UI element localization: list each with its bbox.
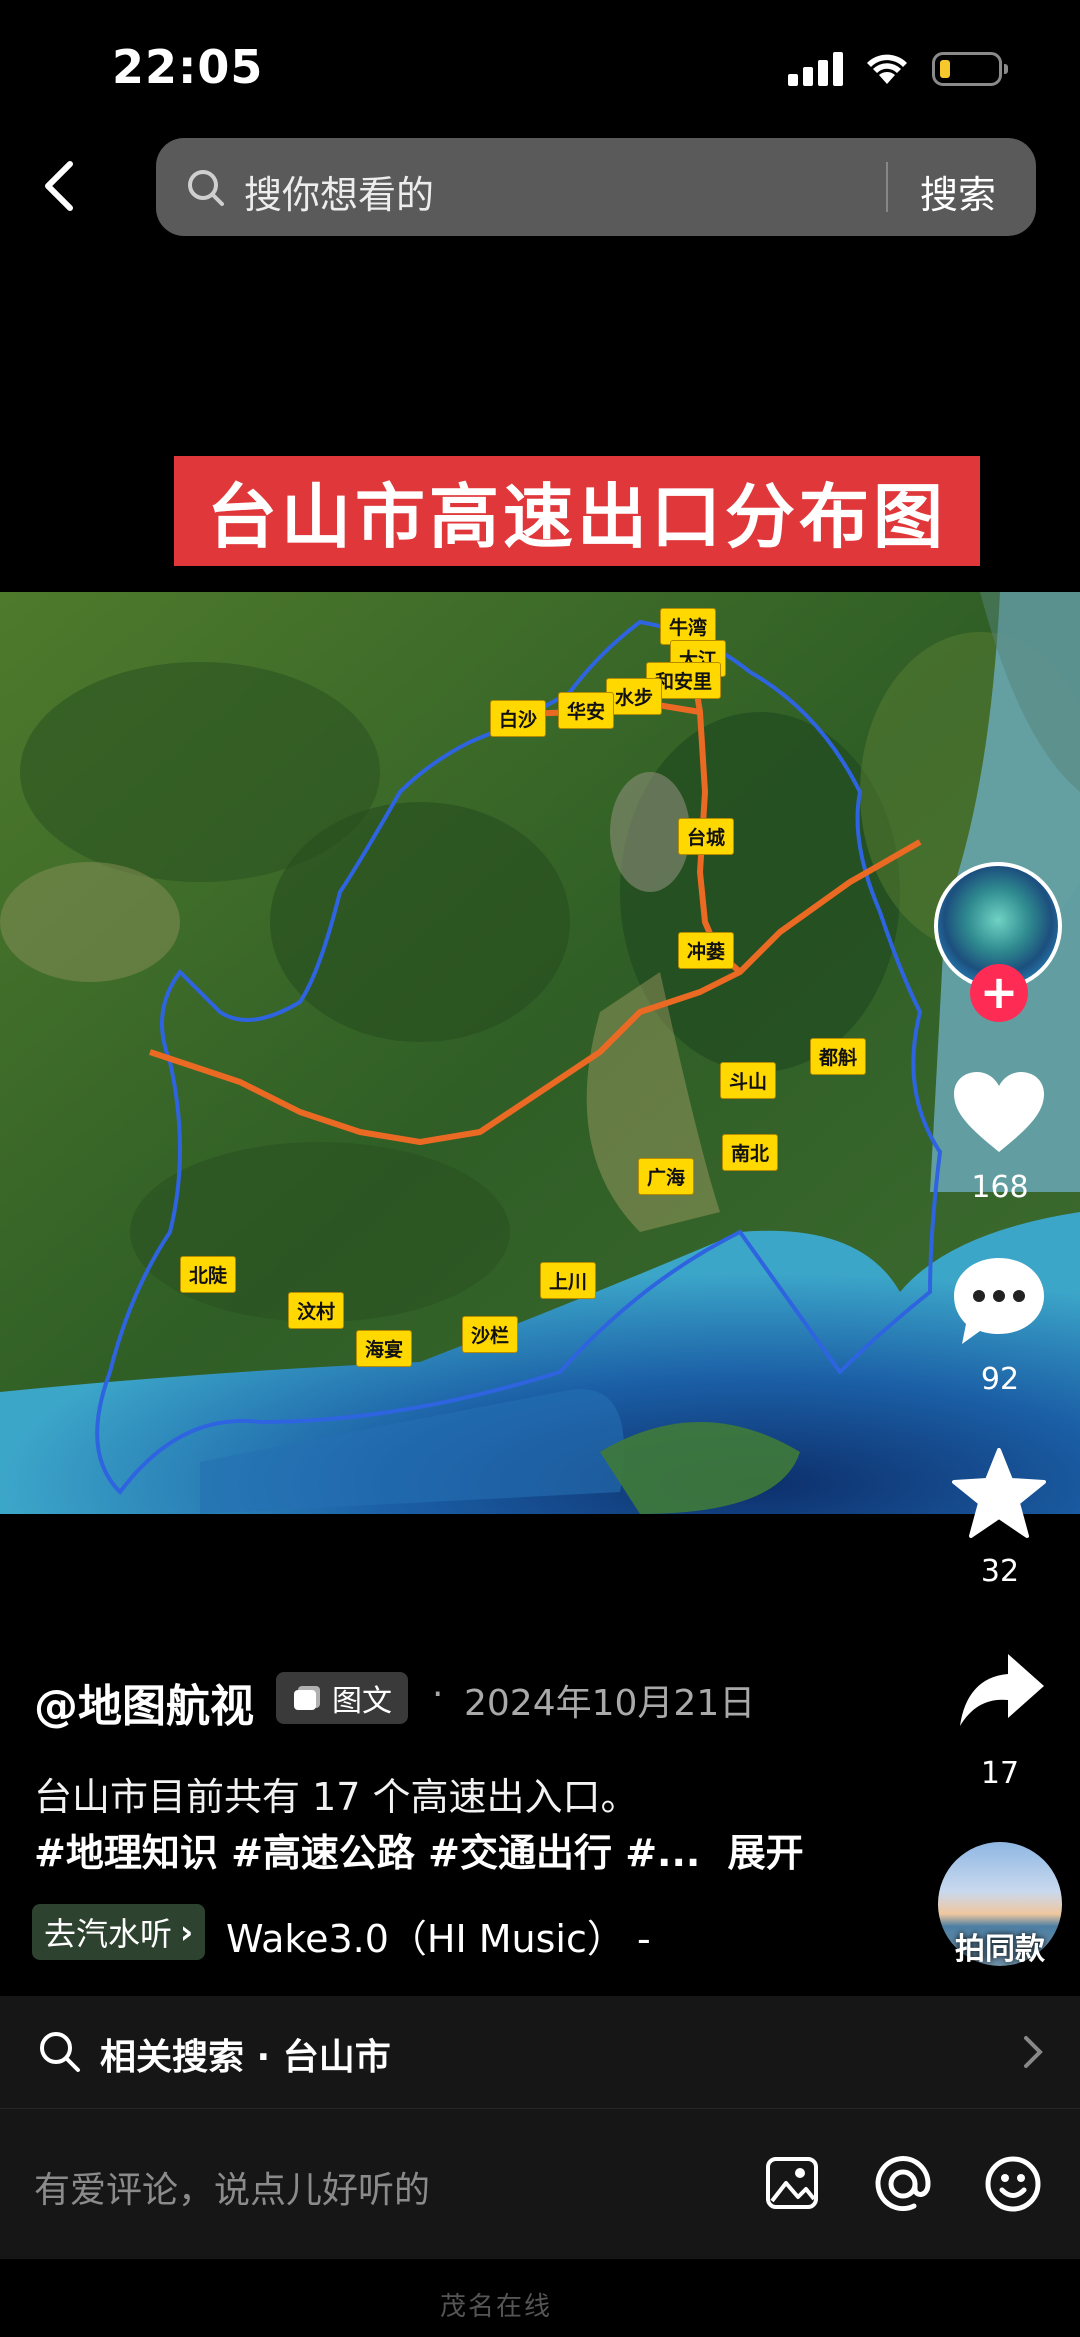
share-icon <box>960 1654 1044 1726</box>
like-count: 168 <box>971 1170 1029 1205</box>
search-icon <box>40 2032 80 2072</box>
caption-text: 台山市目前共有 17 个高速出入口。 <box>34 1775 639 1819</box>
map-title-banner: 台山市高速出口分布图 <box>174 456 980 566</box>
back-button[interactable] <box>40 158 90 218</box>
follow-button[interactable]: + <box>970 964 1028 1022</box>
exit-label: 沙栏 <box>462 1316 519 1353</box>
author-name[interactable]: @地图航视 <box>34 1670 254 1734</box>
exit-label: 都斛 <box>810 1038 867 1075</box>
music-tag-label: 去汽水听 <box>44 1915 173 1953</box>
hashtags[interactable]: #地理知识 #高速公路 #交通出行 #... <box>34 1831 700 1875</box>
exit-label: 水步 <box>606 678 663 715</box>
battery-icon <box>932 52 1008 86</box>
caption-hashtags[interactable]: #地理知识 #高速公路 #交通出行 #... 展开 <box>34 1822 804 1877</box>
search-icon <box>188 170 224 206</box>
exit-label: 台城 <box>678 818 735 855</box>
image-picker-icon[interactable] <box>764 2155 820 2211</box>
star-icon <box>952 1448 1046 1538</box>
post-map-image[interactable]: 牛湾 大江 和安里 水步 华安 白沙 台城 冲蒌 斗山 都斛 南北 广海 上川 … <box>0 592 1080 1514</box>
share-count: 17 <box>980 1756 1020 1791</box>
music-source-tag[interactable]: 去汽水听 › <box>32 1904 206 1960</box>
exit-label: 白沙 <box>490 700 547 737</box>
comment-count: 92 <box>980 1362 1020 1397</box>
favorite-button[interactable] <box>952 1448 1046 1542</box>
music-title[interactable]: Wake3.0（HI Music） - <box>226 1908 651 1963</box>
map-title: 台山市高速出口分布图 <box>207 475 947 558</box>
wifi-icon <box>864 50 910 90</box>
related-search-label[interactable]: 相关搜索 · 台山市 <box>100 2028 391 2080</box>
heart-icon <box>954 1072 1044 1152</box>
chevron-left-icon <box>45 161 73 211</box>
exit-label: 上川 <box>540 1262 597 1299</box>
post-date: 2024年10月21日 <box>464 1683 756 1724</box>
exit-label: 华安 <box>558 692 615 729</box>
favorite-count: 32 <box>980 1554 1020 1589</box>
mention-icon[interactable] <box>874 2155 932 2213</box>
expand-button[interactable]: 展开 <box>728 1831 804 1875</box>
comment-input[interactable]: 有爱评论，说点儿好听的 <box>34 2161 430 2213</box>
exit-label: 南北 <box>722 1134 779 1171</box>
cellular-signal-icon <box>788 52 844 86</box>
chevron-right-icon: › <box>180 1913 194 1951</box>
post-type-badge: 图文 <box>276 1672 408 1724</box>
status-time: 22:05 <box>112 40 264 94</box>
related-search-bar[interactable]: 相关搜索 · 台山市 <box>0 1996 1080 2108</box>
watermark: 茂名在线 <box>440 2292 553 2322</box>
exit-label: 广海 <box>638 1158 695 1195</box>
exit-label: 斗山 <box>720 1062 777 1099</box>
exit-label: 北陡 <box>180 1256 237 1293</box>
exit-label: 海宴 <box>356 1330 413 1367</box>
share-button[interactable] <box>958 1652 1046 1732</box>
search-bar[interactable]: 搜你想看的 搜索 <box>156 138 1036 236</box>
same-style-label[interactable]: 拍同款 <box>930 1924 1070 1968</box>
exit-label: 汶村 <box>288 1292 345 1329</box>
comment-icon <box>954 1258 1044 1344</box>
comment-bar: 有爱评论，说点儿好听的 <box>0 2108 1080 2259</box>
emoji-icon[interactable] <box>984 2155 1042 2213</box>
chevron-right-icon <box>1024 2036 1043 2068</box>
like-button[interactable] <box>952 1070 1046 1158</box>
search-input[interactable]: 搜你想看的 <box>244 164 434 219</box>
comment-button[interactable] <box>952 1256 1046 1350</box>
search-button[interactable]: 搜索 <box>920 164 996 219</box>
date-separator: · <box>432 1674 444 1715</box>
exit-label: 冲蒌 <box>678 932 735 969</box>
post-type-label: 图文 <box>332 1684 392 1719</box>
search-divider <box>886 162 888 212</box>
image-text-icon <box>294 1686 320 1710</box>
